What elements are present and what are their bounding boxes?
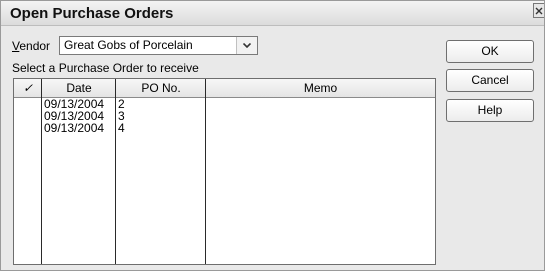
vendor-dropdown-button[interactable] [236, 37, 257, 54]
table-body: 09/13/2004 2 09/13/2004 3 09/13/2004 4 [14, 98, 435, 134]
close-icon [535, 7, 543, 15]
table-row[interactable]: 09/13/2004 4 [14, 122, 435, 134]
date-cell: 09/13/2004 [44, 121, 105, 135]
column-header-date[interactable]: Date [42, 81, 116, 95]
cancel-button[interactable]: Cancel [446, 69, 534, 92]
chevron-down-icon [243, 43, 251, 48]
title-bar[interactable]: Open Purchase Orders [1, 1, 544, 26]
vendor-value: Great Gobs of Porcelain [64, 38, 193, 52]
vendor-label: Vendor [12, 39, 50, 53]
table-header: ✓ Date PO No. Memo [14, 79, 435, 98]
purchase-orders-table[interactable]: ✓ Date PO No. Memo 09/13/2004 2 09/13/20… [13, 78, 436, 265]
vendor-dropdown[interactable]: Great Gobs of Porcelain [59, 36, 258, 55]
open-purchase-orders-dialog: Open Purchase Orders Vendor Great Gobs o… [0, 0, 545, 271]
column-header-check[interactable]: ✓ [18, 81, 38, 95]
instruction-label: Select a Purchase Order to receive [12, 61, 199, 75]
column-header-po-no[interactable]: PO No. [116, 81, 206, 95]
column-header-memo[interactable]: Memo [206, 81, 435, 95]
close-button[interactable] [533, 3, 544, 18]
vendor-label-text: endor [19, 39, 51, 53]
po-number-cell: 4 [118, 121, 125, 135]
window-title: Open Purchase Orders [10, 5, 174, 22]
ok-button[interactable]: OK [446, 40, 534, 63]
help-button[interactable]: Help [446, 99, 534, 122]
